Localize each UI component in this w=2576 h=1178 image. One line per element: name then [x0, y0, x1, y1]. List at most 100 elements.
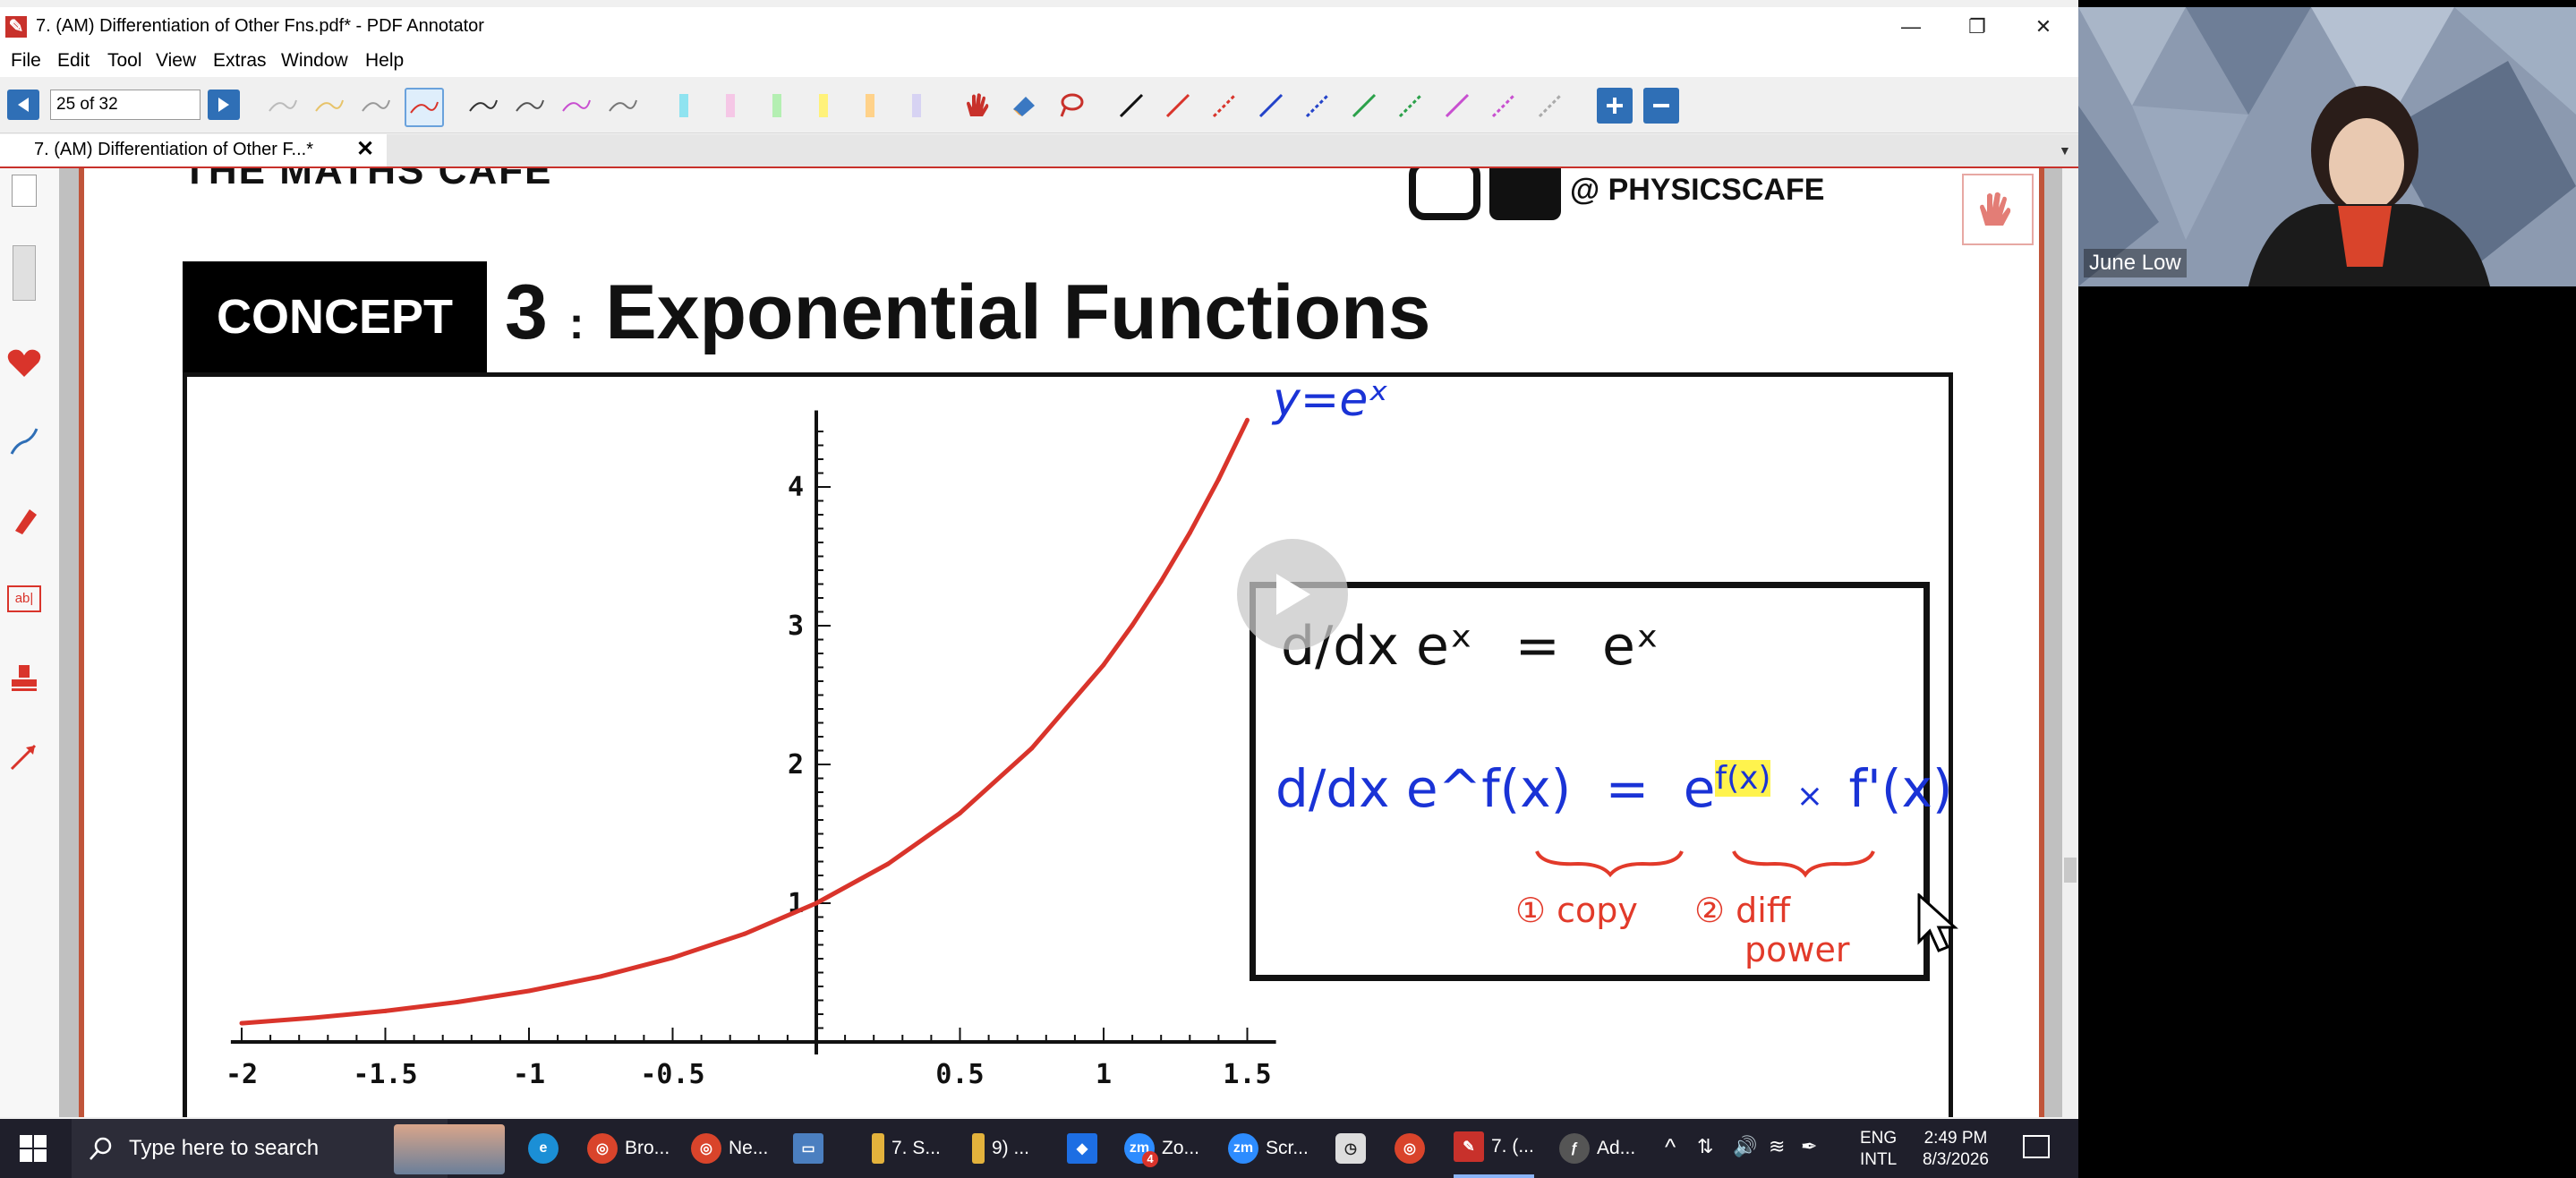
remove-preset-button[interactable] [1643, 88, 1679, 124]
pen-gray2-button[interactable] [358, 88, 394, 124]
taskbar-search-box[interactable]: Type here to search [72, 1119, 448, 1178]
highlighter-cyan-button[interactable] [666, 88, 702, 124]
pen-ink-icon[interactable]: ✒ [1801, 1135, 1817, 1158]
menu-window[interactable]: Window [281, 50, 348, 72]
folder-icon [872, 1133, 884, 1164]
previous-page-button[interactable] [7, 90, 39, 120]
favorites-heart-icon[interactable] [5, 344, 43, 381]
taskbar-label: 7. S... [891, 1138, 941, 1158]
taskbar-laptop[interactable]: ▭ [793, 1119, 831, 1178]
taskbar-clock-app[interactable]: ◷ [1335, 1119, 1373, 1178]
highlighter-lavender-button[interactable] [899, 88, 934, 124]
pen-olive-button[interactable] [605, 88, 641, 124]
highlighter-green-button[interactable] [759, 88, 795, 124]
y-tick-label: 4 [788, 472, 804, 503]
taskbar-chrome-3[interactable]: ◎ [1395, 1119, 1432, 1178]
line-blue-dashed-button[interactable] [1300, 88, 1335, 124]
pen-dark-button[interactable] [512, 88, 548, 124]
pen-magenta-button[interactable] [559, 88, 594, 124]
taskbar-zoom-2[interactable]: zm Scr... [1228, 1119, 1309, 1178]
underbraces [1535, 850, 1875, 878]
menu-view[interactable]: View [156, 50, 196, 72]
taskbar-chrome-2[interactable]: ◎ Ne... [691, 1119, 768, 1178]
formula2-derivative: f'(x) [1848, 758, 1953, 819]
scrollbar-thumb[interactable] [2064, 858, 2077, 883]
taskbar-explorer-2[interactable]: 9) ... [972, 1119, 1029, 1178]
highlighter-yellow-button[interactable] [806, 88, 841, 124]
pen-black-button[interactable] [465, 88, 501, 124]
scroll-thumb-icon[interactable] [5, 245, 43, 301]
taskbar-chrome-1[interactable]: ◎ Bro... [587, 1119, 670, 1178]
menu-edit[interactable]: Edit [57, 50, 90, 72]
show-hidden-icons-chevron-icon[interactable]: ^ [1665, 1133, 1676, 1161]
tab-list-dropdown-icon[interactable]: ▼ [2059, 143, 2071, 158]
menu-extras[interactable]: Extras [213, 50, 267, 72]
eraser-button[interactable] [1006, 88, 1042, 124]
page-number-field[interactable]: 25 of 32 [50, 90, 200, 120]
lasso-button[interactable] [1053, 88, 1088, 124]
page-thumbnail-icon[interactable] [5, 172, 43, 209]
dashed-line-icon [1538, 93, 1563, 118]
play-overlay-button[interactable] [1237, 539, 1348, 650]
stamp-tool-icon[interactable] [5, 659, 43, 696]
line-magenta-button[interactable] [1439, 88, 1475, 124]
pan-hand-button[interactable] [960, 88, 995, 124]
y-tick-label: 2 [788, 749, 804, 781]
dashed-line-icon [1491, 93, 1516, 118]
highlighter-orange-button[interactable] [852, 88, 888, 124]
search-placeholder: Type here to search [129, 1136, 320, 1160]
highlighter-pink-button[interactable] [712, 88, 748, 124]
page-hand-tool-button[interactable] [1962, 174, 2034, 245]
highlighter-tool-icon[interactable] [5, 501, 43, 539]
line-blue-button[interactable] [1253, 88, 1289, 124]
next-page-button[interactable] [208, 90, 240, 120]
taskbar-dropbox[interactable]: ◆ [1067, 1119, 1105, 1178]
formula1-equals: = [1514, 615, 1560, 678]
document-tab[interactable]: 7. (AM) Differentiation of Other F...* ✕ [0, 134, 387, 166]
notification-center-icon[interactable] [2023, 1135, 2050, 1158]
folder-icon [972, 1133, 985, 1164]
taskbar-zoom-1[interactable]: zm 4 Zo... [1124, 1119, 1199, 1178]
network-device-icon[interactable]: ⇅ [1697, 1135, 1713, 1158]
taskbar-explorer-1[interactable]: 7. S... [872, 1119, 941, 1178]
line-icon [1445, 93, 1470, 118]
minimize-button[interactable]: — [1878, 7, 1944, 47]
line-magenta-dashed-button[interactable] [1486, 88, 1522, 124]
arrow-tool-icon[interactable] [5, 738, 43, 775]
pen-tool-icon[interactable] [5, 423, 43, 460]
add-preset-button[interactable] [1597, 88, 1633, 124]
x-tick-label: -1.5 [353, 1059, 417, 1090]
volume-icon[interactable]: 🔊 [1733, 1135, 1757, 1158]
windows-start-icon[interactable] [20, 1135, 47, 1166]
close-tab-icon[interactable]: ✕ [356, 136, 374, 162]
pen-red-button-active[interactable] [405, 88, 444, 127]
taskbar-pdf-annotator[interactable]: ✎ 7. (... [1454, 1119, 1534, 1178]
taskbar-edge[interactable]: e [528, 1119, 566, 1178]
wifi-icon[interactable]: ≋ [1769, 1135, 1785, 1158]
close-window-button[interactable]: ✕ [2010, 7, 2077, 47]
text-tool-icon[interactable]: ab| [5, 580, 43, 618]
arrow-right-icon [218, 98, 229, 112]
menu-help[interactable]: Help [365, 50, 404, 72]
pen-yellow-button[interactable] [311, 88, 347, 124]
clock-area[interactable]: 2:49 PM 8/3/2026 [1923, 1128, 1989, 1171]
language-indicator[interactable]: ENG INTL [1860, 1128, 1897, 1171]
hand-icon [967, 93, 989, 116]
pdf-annotator-icon: ✎ [5, 16, 27, 38]
left-tool-panel: ab| [0, 168, 60, 1117]
pen-gray-button[interactable] [265, 88, 301, 124]
taskbar-label: 7. (... [1491, 1136, 1534, 1157]
menu-tool[interactable]: Tool [107, 50, 142, 72]
line-gray-dashed-button[interactable] [1532, 88, 1568, 124]
restore-button[interactable]: ❐ [1944, 7, 2010, 47]
line-green-button[interactable] [1346, 88, 1382, 124]
menu-file[interactable]: File [11, 50, 41, 72]
curve-point [1215, 476, 1221, 482]
taskbar-adobe[interactable]: ƒ Ad... [1559, 1119, 1635, 1178]
vertical-scrollbar[interactable] [2062, 168, 2078, 1117]
line-red-dashed-button[interactable] [1207, 88, 1242, 124]
line-black-button[interactable] [1113, 88, 1149, 124]
formula2-rhs-base: e [1683, 758, 1716, 819]
line-red-button[interactable] [1160, 88, 1196, 124]
line-green-dashed-button[interactable] [1393, 88, 1429, 124]
